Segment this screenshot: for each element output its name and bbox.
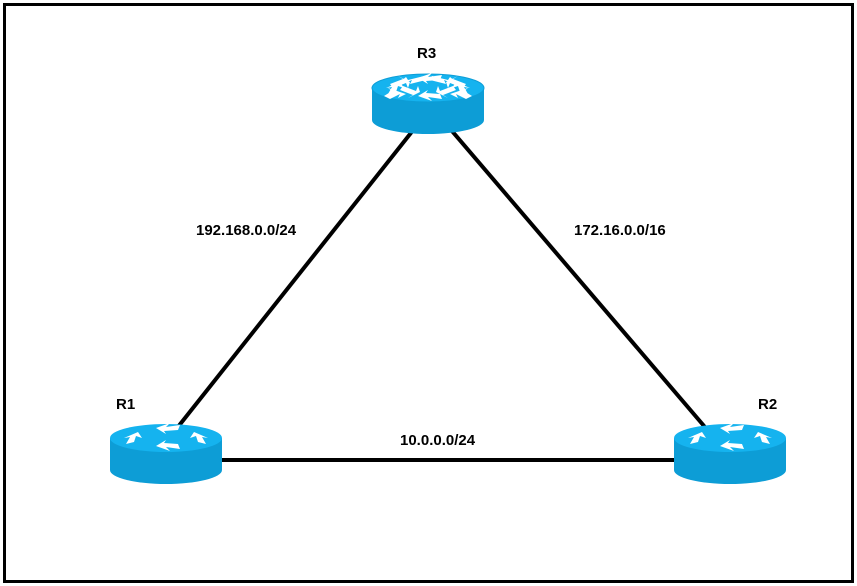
- router-r3: [370, 70, 486, 136]
- router-icon: [672, 420, 788, 486]
- link-r2-r3: [446, 124, 716, 440]
- link-r1-r3: [166, 124, 418, 442]
- subnet-r1-r3: 192.168.0.0/24: [196, 222, 296, 239]
- router-r1: [108, 420, 224, 486]
- label-r1: R1: [116, 396, 135, 413]
- router-r2: [672, 420, 788, 486]
- router-icon: [108, 420, 224, 486]
- label-r3: R3: [417, 45, 436, 62]
- subnet-r1-r2: 10.0.0.0/24: [400, 432, 475, 449]
- subnet-r2-r3: 172.16.0.0/16: [574, 222, 666, 239]
- label-r2: R2: [758, 396, 777, 413]
- router-icon: [370, 70, 486, 136]
